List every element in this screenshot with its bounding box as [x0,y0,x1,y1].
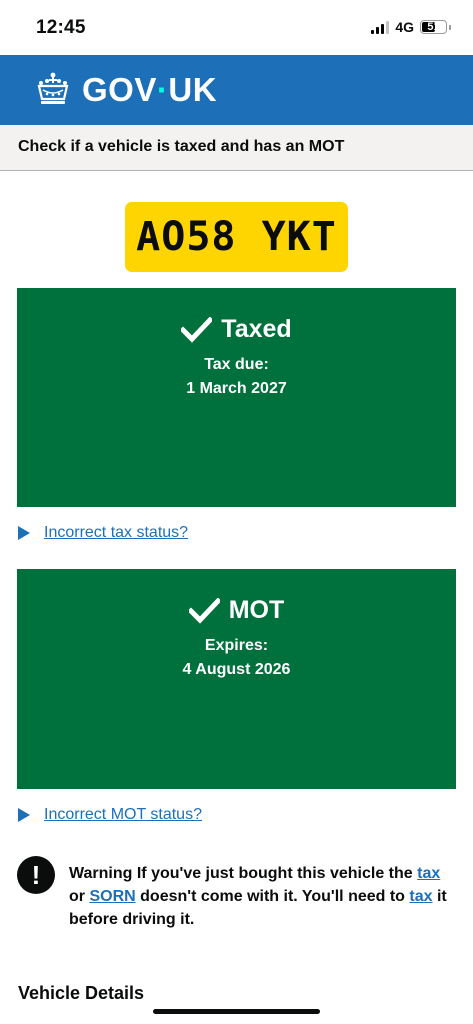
network-type: 4G [395,19,414,35]
tax-due-label: Tax due: [204,356,269,373]
service-navigation: Check if a vehicle is taxed and has an M… [0,125,473,171]
govuk-logo-text[interactable]: GOV·UK [82,71,217,109]
warning-text: Warning If you've just bought this vehic… [69,865,447,928]
registration-number: AO58 YKT [136,214,337,260]
warning-icon: ! [17,856,55,894]
triangle-right-icon [18,526,30,540]
status-indicators: 4G 51 [371,19,451,35]
incorrect-tax-status-link[interactable]: Incorrect tax status? [44,524,188,542]
govuk-header: GOV·UK [0,55,473,125]
service-name[interactable]: Check if a vehicle is taxed and has an M… [18,138,344,156]
check-icon [181,316,213,343]
battery-level: 51 [427,21,440,33]
home-indicator[interactable] [153,1009,320,1014]
battery-icon: 51 [420,20,447,34]
status-time: 12:45 [36,17,86,38]
status-bar: 12:45 4G 51 [0,0,473,55]
mot-status-title: MOT [228,596,285,624]
sorn-link[interactable]: SORN [89,888,135,905]
triangle-right-icon [18,808,30,822]
incorrect-tax-status-toggle[interactable]: Incorrect tax status? [18,524,188,542]
mot-expiry-date: 4 August 2026 [182,661,291,678]
tax-status-panel: Taxed Tax due: 1 March 2027 [17,288,456,507]
incorrect-mot-status-toggle[interactable]: Incorrect MOT status? [18,806,202,824]
mot-expires-label: Expires: [204,637,269,654]
tax-due-date: 1 March 2027 [186,380,287,397]
tax-link[interactable]: tax [417,865,440,882]
mot-status-panel: MOT Expires: 4 August 2026 [17,569,456,789]
registration-plate: AO58 YKT [125,202,348,272]
check-icon [188,597,220,624]
crown-icon[interactable] [33,70,73,110]
vehicle-details-heading: Vehicle Details [18,983,145,1003]
signal-icon [371,20,390,34]
incorrect-mot-status-link[interactable]: Incorrect MOT status? [44,806,202,824]
tax-link-2[interactable]: tax [409,888,432,905]
tax-status-title: Taxed [221,315,292,343]
